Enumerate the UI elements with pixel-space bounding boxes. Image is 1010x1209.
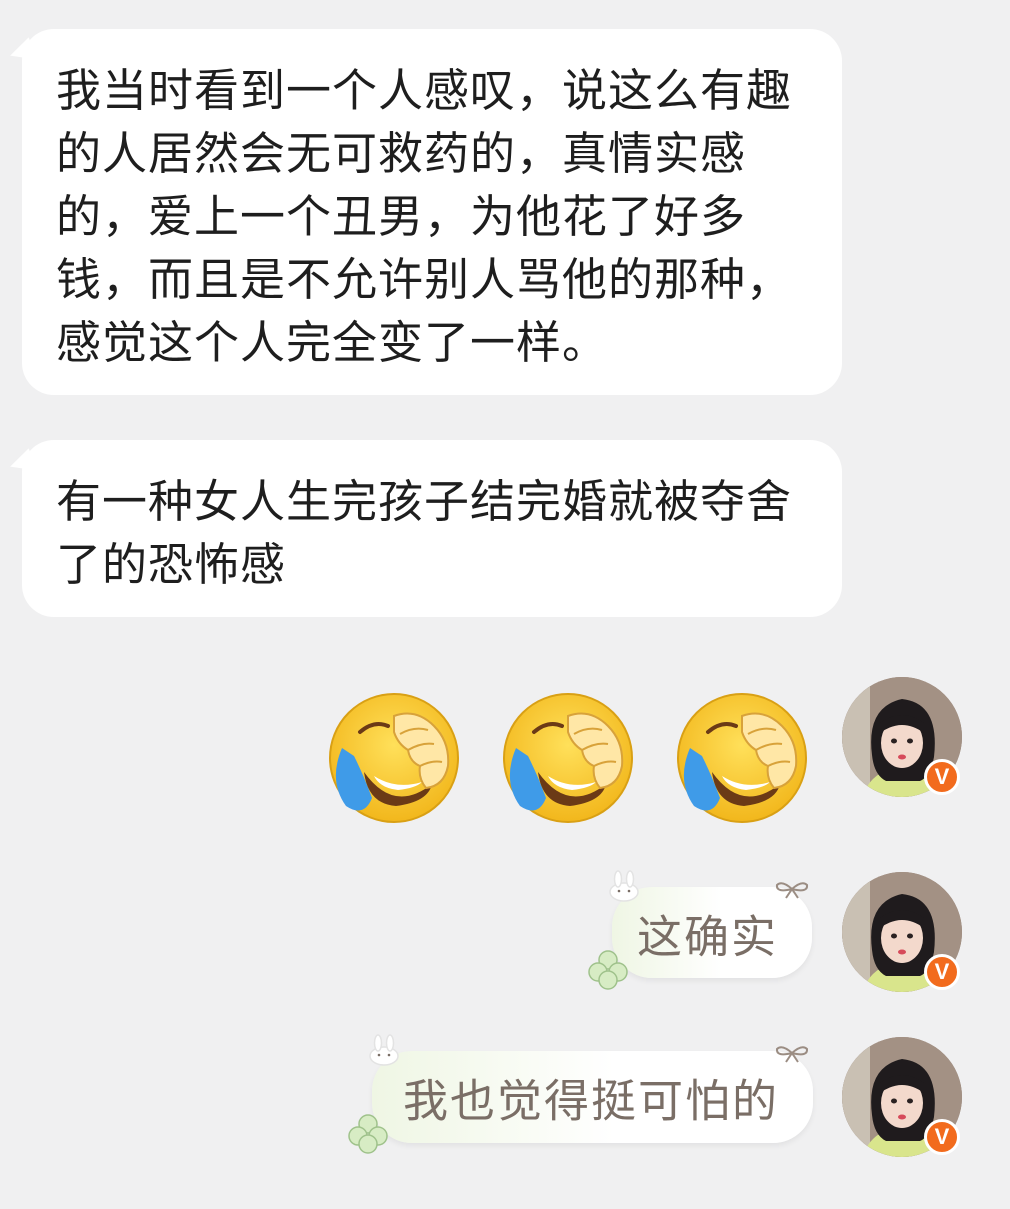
- message-text: 有一种女人生完孩子结完婚就被夺舍了的恐怖感: [56, 475, 793, 591]
- chat-bubble-outgoing[interactable]: 我也觉得挺可怕的: [372, 1051, 813, 1143]
- chat-bubble-incoming[interactable]: 有一种女人生完孩子结完婚就被夺舍了的恐怖感: [22, 440, 842, 617]
- bow-decoration-icon: [775, 1046, 809, 1063]
- bunny-decoration-icon: [369, 1034, 399, 1066]
- verified-badge-icon: V: [924, 1119, 960, 1155]
- bow-decoration-icon: [775, 882, 809, 899]
- avatar[interactable]: V: [842, 1037, 962, 1157]
- avatar[interactable]: V: [842, 677, 962, 797]
- clover-decoration-icon: [588, 950, 628, 990]
- message-text: 我也觉得挺可怕的: [402, 1074, 779, 1128]
- chat-bubble-outgoing[interactable]: 这确实: [612, 887, 812, 978]
- face-with-tears-of-joy-covering-face-icon: [677, 693, 807, 823]
- bunny-decoration-icon: [609, 870, 639, 902]
- message-text: 这确实: [636, 910, 778, 963]
- chat-bubble-incoming[interactable]: 我当时看到一个人感叹，说这么有趣的人居然会无可救药的，真情实感的，爱上一个丑男，…: [22, 29, 842, 395]
- verified-badge-icon: V: [924, 759, 960, 795]
- face-with-tears-of-joy-covering-face-icon: [503, 693, 633, 823]
- verified-badge-icon: V: [924, 954, 960, 990]
- message-text: 我当时看到一个人感叹，说这么有趣的人居然会无可救药的，真情实感的，爱上一个丑男，…: [56, 64, 793, 369]
- clover-decoration-icon: [348, 1114, 388, 1154]
- face-with-tears-of-joy-covering-face-icon: [329, 693, 459, 823]
- avatar[interactable]: V: [842, 872, 962, 992]
